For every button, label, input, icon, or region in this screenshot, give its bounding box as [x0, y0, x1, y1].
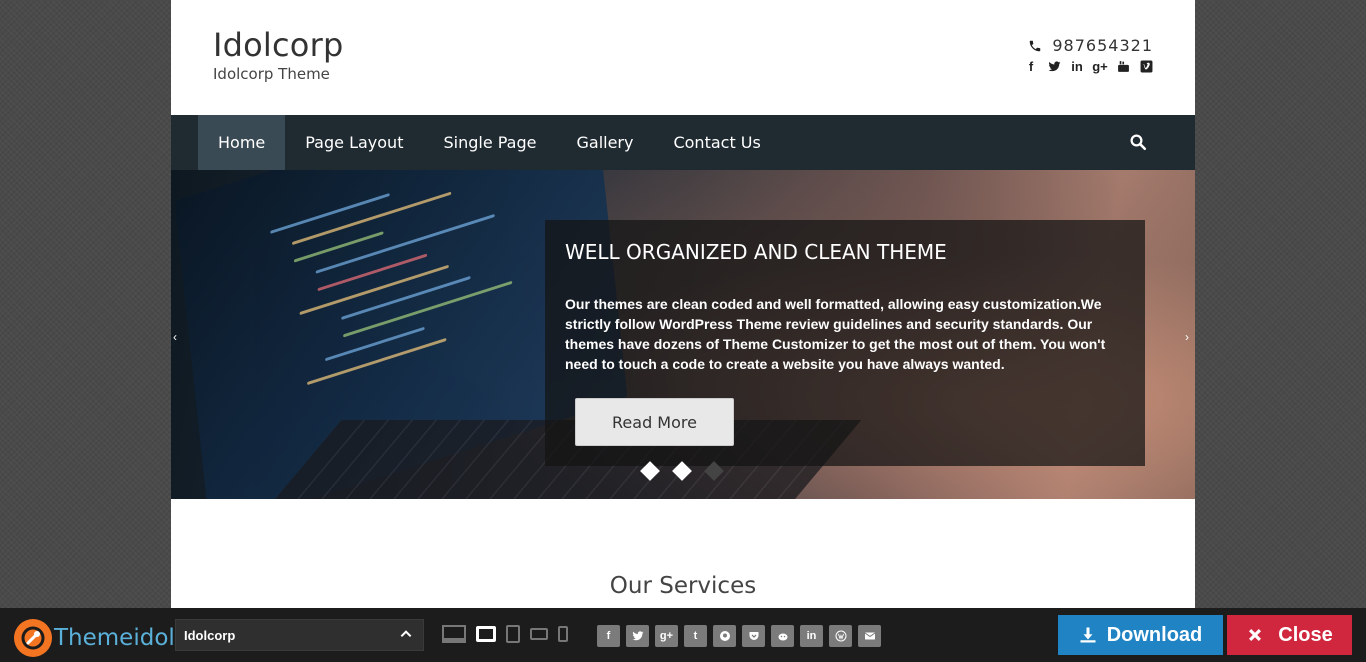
close-icon — [1249, 629, 1262, 641]
pocket-icon[interactable] — [742, 625, 765, 647]
nav-item-page-layout[interactable]: Page Layout — [285, 115, 423, 170]
reddit-icon[interactable] — [771, 625, 794, 647]
nav-item-single-page[interactable]: Single Page — [423, 115, 556, 170]
phone-number: 987654321 — [1052, 36, 1153, 55]
theme-select-dropdown[interactable]: Idolcorp — [175, 619, 424, 651]
slider-dot-3[interactable] — [704, 461, 724, 481]
theme-preview-page: Idolcorp Idolcorp Theme 987654321 f in g… — [171, 0, 1195, 608]
facebook-icon[interactable]: f — [597, 625, 620, 647]
nav-item-contact-us[interactable]: Contact Us — [653, 115, 780, 170]
linkedin-icon[interactable]: in — [800, 625, 823, 647]
laptop-icon[interactable] — [476, 626, 496, 642]
phone-icon[interactable] — [558, 626, 568, 642]
slider-pagination — [640, 461, 724, 481]
desktop-icon[interactable] — [442, 625, 466, 643]
phone-contact: 987654321 — [1028, 36, 1153, 55]
phone-icon — [1030, 40, 1041, 51]
slide-text: Our themes are clean coded and well form… — [565, 296, 1106, 372]
tablet-landscape-icon[interactable] — [530, 628, 548, 640]
vimeo-icon[interactable] — [1139, 58, 1153, 74]
preview-bottom-bar: Themeidol Idolcorp f g+ t in Download Cl… — [0, 608, 1366, 662]
slider-dot-1[interactable] — [640, 461, 660, 481]
twitter-icon[interactable] — [626, 625, 649, 647]
twitter-icon[interactable] — [1047, 58, 1061, 74]
read-more-button[interactable]: Read More — [575, 398, 734, 446]
facebook-icon[interactable]: f — [1024, 58, 1038, 74]
device-switcher — [442, 625, 568, 643]
search-icon[interactable] — [1129, 133, 1147, 151]
email-icon[interactable] — [858, 625, 881, 647]
tablet-icon[interactable] — [506, 625, 520, 643]
themeidol-logo-icon — [14, 619, 52, 657]
theme-select-value: Idolcorp — [184, 627, 236, 643]
site-tagline: Idolcorp Theme — [213, 65, 330, 83]
nav-item-home[interactable]: Home — [198, 115, 286, 170]
themeidol-logo[interactable]: Themeidol — [14, 619, 175, 657]
hero-slider: ‹ › WELL ORGANIZED AND CLEAN THEME Our t… — [171, 170, 1195, 499]
brand-name: Themeidol — [54, 625, 175, 651]
linkedin-icon[interactable]: in — [1070, 58, 1084, 74]
google-plus-icon[interactable]: g+ — [655, 625, 678, 647]
google-plus-icon[interactable]: g+ — [1092, 58, 1108, 74]
close-button[interactable]: Close — [1227, 615, 1352, 655]
services-heading: Our Services — [609, 573, 757, 599]
slider-next-arrow[interactable]: › — [1185, 330, 1193, 344]
download-label: Download — [1106, 623, 1203, 646]
download-button[interactable]: Download — [1058, 615, 1223, 655]
site-title[interactable]: Idolcorp — [213, 26, 343, 64]
chevron-up-icon — [400, 630, 412, 638]
nav-item-gallery[interactable]: Gallery — [556, 115, 653, 170]
wordpress-icon[interactable] — [829, 625, 852, 647]
tumblr-icon[interactable]: t — [684, 625, 707, 647]
slide-title: WELL ORGANIZED AND CLEAN THEME — [565, 240, 947, 264]
share-buttons: f g+ t in — [597, 625, 881, 647]
header-social-links: f in g+ — [1024, 58, 1153, 74]
close-label: Close — [1278, 623, 1333, 646]
pinterest-icon[interactable] — [713, 625, 736, 647]
slider-prev-arrow[interactable]: ‹ — [173, 330, 181, 344]
download-icon — [1080, 627, 1096, 643]
slider-dot-2[interactable] — [672, 461, 692, 481]
main-navigation: Home Page Layout Single Page Gallery Con… — [171, 115, 1195, 170]
youtube-icon[interactable] — [1116, 58, 1130, 74]
slide-caption: WELL ORGANIZED AND CLEAN THEME Our theme… — [545, 220, 1145, 466]
